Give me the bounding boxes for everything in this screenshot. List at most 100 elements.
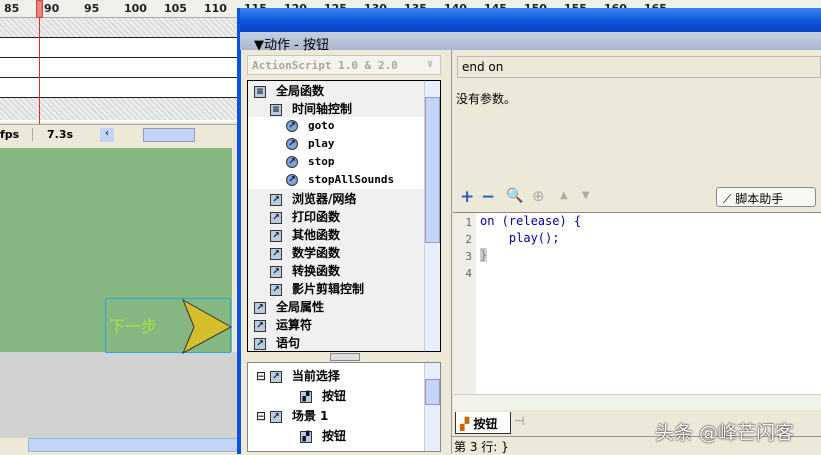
toolbox-item-label: 影片剪辑控制 (292, 282, 365, 296)
scroll-left-button[interactable]: ‹ (100, 128, 114, 142)
collapse-icon[interactable]: ⊟ (256, 409, 270, 423)
button-symbol-icon: ▞ (460, 417, 470, 431)
layer-row[interactable] (0, 98, 240, 120)
toolbox-item[interactable]: ↗ 影片剪辑控制 (270, 280, 364, 298)
frame-tick: 90 (44, 2, 60, 15)
script-assist-button[interactable]: ⟋ 脚本助手 (716, 187, 816, 207)
book-icon: ≡ (254, 85, 266, 98)
toolbox-item[interactable]: ↗ 转换函数 (270, 262, 340, 280)
toolbox-item[interactable]: ↗ 其他函数 (270, 226, 340, 244)
version-value: ActionScript 1.0 & 2.0 (252, 59, 398, 72)
line-numbers: 1 2 3 4 (453, 213, 476, 395)
toolbox-item[interactable]: ↗ play (286, 136, 335, 154)
toolbox-item-label: 打印函数 (292, 210, 341, 224)
toolbox-item[interactable]: ↗ 浏览器/网络 (270, 190, 356, 208)
toolbox-item-label: 语句 (276, 336, 301, 350)
collapse-icon[interactable]: ⊟ (256, 369, 270, 383)
actionscript-version-select[interactable]: ActionScript 1.0 & 2.0 ∨ (247, 55, 441, 75)
move-up-icon[interactable]: ▲ (560, 190, 568, 201)
stage-scrollbar[interactable] (28, 438, 238, 452)
script-editor[interactable]: 1 2 3 4 on (release) { play(); } (453, 212, 821, 395)
toolbox-item[interactable]: ↗ 打印函数 (270, 208, 340, 226)
toolbox-item[interactable]: ≡ 全局函数 (254, 82, 324, 100)
pin-icon[interactable]: ⊣ (514, 414, 524, 428)
code-line[interactable]: on (release) { (480, 214, 581, 228)
toolbox-item-label: 全局函数 (276, 84, 325, 98)
folder-arrow-icon: ↗ (270, 211, 282, 224)
pasteboard (0, 352, 238, 438)
navigator-scrollbar[interactable] (424, 363, 440, 451)
code-line[interactable]: play(); (480, 231, 560, 245)
pane-splitter[interactable] (330, 353, 360, 361)
frame-tick: 105 (164, 2, 187, 15)
layer-row[interactable] (0, 38, 240, 58)
folder-arrow-icon: ↗ (270, 229, 282, 242)
navigator-item-label: 按钮 (322, 429, 347, 443)
toolbox-item[interactable]: ↗ stop (286, 154, 335, 172)
layer-row[interactable] (0, 58, 240, 78)
button-symbol-icon: ▞ (300, 430, 312, 443)
button-label: 下一步 (109, 317, 158, 336)
target-icon[interactable]: ⊕ (532, 187, 545, 205)
layer-row[interactable] (0, 18, 240, 38)
frame-tick: 100 (124, 2, 147, 15)
toolbox-item-label: 运算符 (276, 318, 313, 332)
toolbox-item[interactable]: ↗ 全局属性 (254, 298, 324, 316)
folder-arrow-icon: ↗ (254, 301, 266, 314)
actions-toolbox[interactable]: ≡ 全局函数 ≡ 时间轴控制 ↗ goto ↗ play ↗ stop ↗ stopAllSounds… (247, 80, 441, 352)
toolbox-item-label: play (308, 137, 335, 150)
pane-divider[interactable] (442, 50, 452, 454)
toolbox-item-label: 浏览器/网络 (292, 192, 357, 206)
line-number: 1 (465, 216, 472, 229)
assist-label: 脚本助手 (735, 192, 784, 206)
navigator-item[interactable]: ▞ 按钮 (300, 387, 346, 405)
panel-header[interactable]: ▼动作 - 按钮 (240, 32, 821, 53)
toolbox-item[interactable]: ↗ stopAllSounds (286, 172, 394, 190)
elapsed-time: 7.3s (32, 128, 73, 141)
window-border (237, 8, 241, 454)
toolbox-scrollbar[interactable] (424, 81, 440, 351)
scene-icon: ↗ (269, 410, 282, 423)
line-number: 3 (465, 250, 472, 263)
magic-wand-icon: ⟋ (723, 192, 732, 206)
tab-button-script[interactable]: ▞ 按钮 (455, 412, 511, 434)
folder-arrow-icon: ↗ (254, 337, 266, 350)
timeline-status: fps 7.3s ‹ (0, 124, 240, 144)
timeline-layers[interactable] (0, 18, 240, 122)
line-number: 4 (465, 267, 472, 280)
remove-icon[interactable]: − (481, 187, 495, 207)
selection-icon: ↗ (269, 370, 282, 383)
playhead-line (39, 18, 40, 126)
move-down-icon[interactable]: ▼ (582, 190, 590, 201)
toolbox-item-label: 全局属性 (276, 300, 325, 314)
folder-arrow-icon: ↗ (270, 265, 282, 278)
editor-hscrollbar[interactable] (453, 394, 821, 410)
find-icon[interactable]: 🔍 (506, 188, 523, 204)
chevron-down-icon[interactable]: ∨ (422, 57, 438, 73)
action-icon: ↗ (286, 155, 298, 168)
navigator-item[interactable]: ⊟ ↗ 当前选择 (256, 367, 340, 385)
code-line[interactable]: } (480, 248, 488, 262)
folder-arrow-icon: ↗ (270, 193, 282, 206)
navigator-item[interactable]: ⊟ ↗ 场景 1 (256, 407, 328, 425)
line-number: 2 (465, 233, 472, 246)
code-hint-field: end on (457, 56, 821, 78)
layer-row[interactable] (0, 78, 240, 98)
window-titlebar[interactable] (240, 8, 821, 32)
arrow-shape (182, 299, 232, 354)
toolbox-item[interactable]: ↗ 语句 (254, 334, 301, 351)
toolbox-item[interactable]: ≡ 时间轴控制 (270, 100, 352, 118)
toolbox-item-label: goto (308, 119, 335, 132)
playhead[interactable] (36, 0, 43, 18)
folder-arrow-icon: ↗ (254, 319, 266, 332)
toolbox-item[interactable]: ↗ 运算符 (254, 316, 312, 334)
add-icon[interactable]: + (460, 187, 474, 207)
tab-label: 按钮 (473, 417, 498, 431)
action-icon: ↗ (286, 137, 298, 150)
toolbox-item[interactable]: ↗ goto (286, 118, 335, 136)
navigator-item-label: 按钮 (322, 389, 347, 403)
script-navigator[interactable]: ⊟ ↗ 当前选择 ▞ 按钮 ⊟ ↗ 场景 1 ▞ 按钮 (247, 362, 441, 452)
timeline-scrollbar[interactable] (143, 128, 195, 142)
toolbox-item[interactable]: ↗ 数学函数 (270, 244, 340, 262)
navigator-item[interactable]: ▞ 按钮 (300, 427, 346, 445)
